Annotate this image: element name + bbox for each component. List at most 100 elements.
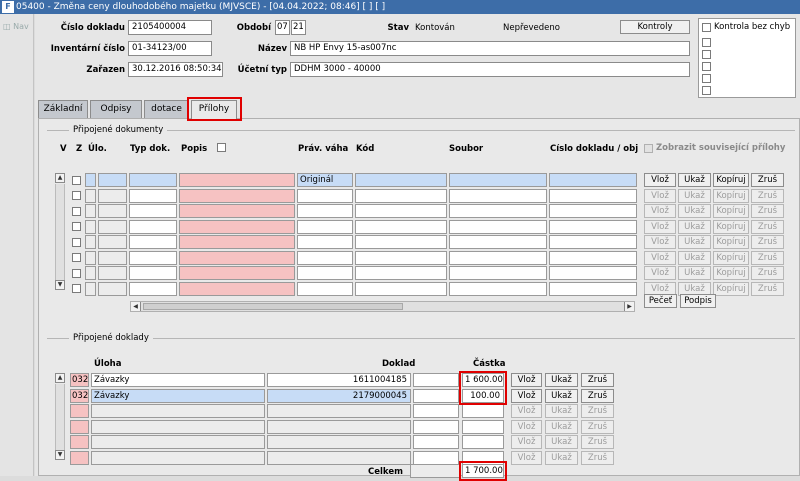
ukaz-button[interactable]: Ukaž [678,266,711,280]
ulo-cell[interactable] [98,235,127,249]
prav-vaha-cell[interactable] [297,250,353,265]
cislo-dokladu-cell[interactable] [549,188,637,203]
doklad-vloz-button[interactable]: Vlož [511,373,542,387]
kopiruj-button[interactable]: Kopíruj [713,173,749,187]
ukaz-button[interactable]: Ukaž [678,219,711,234]
z-cell[interactable] [85,250,96,265]
kod-cell[interactable] [355,204,447,218]
row-select-checkbox[interactable] [72,284,81,293]
vloz-button[interactable]: Vlož [644,219,676,234]
zrus-button[interactable]: Zruš [751,281,784,296]
typ-dok-cell[interactable] [129,219,177,234]
typ-dok-cell[interactable] [129,266,177,280]
kopiruj-button[interactable]: Kopíruj [713,281,749,296]
row-select-checkbox[interactable] [72,237,81,247]
ukaz-button[interactable]: Ukaž [678,204,711,218]
doklady-scroll-down-button[interactable]: ▼ [55,450,65,460]
z-cell[interactable] [85,173,96,187]
doklad-extra-cell[interactable] [413,435,459,449]
obdobi-year-field[interactable]: 21 [291,20,306,35]
doklad-extra-cell[interactable] [413,388,459,403]
uloha-cell[interactable] [91,450,265,465]
doklad-zrus-button[interactable]: Zruš [581,404,614,418]
kopiruj-button[interactable]: Kopíruj [713,250,749,265]
doklad-ukaz-button[interactable]: Ukaž [545,419,578,434]
row-select-checkbox[interactable] [72,253,81,262]
soubor-cell[interactable] [449,250,547,265]
ulo-cell[interactable] [98,266,127,280]
uloha-cell[interactable] [91,435,265,449]
soubor-cell[interactable] [449,281,547,296]
kontrola-bez-chyb-checkbox[interactable] [702,23,711,32]
row-select-checkbox[interactable] [72,268,81,278]
soubor-cell[interactable] [449,235,547,249]
doc-scroll-left-button[interactable]: ◀ [131,302,141,311]
row-select-checkbox[interactable] [72,206,81,216]
kod-cell[interactable] [70,419,89,434]
doklad-ukaz-button[interactable]: Ukaž [545,373,578,387]
doklad-zrus-button[interactable]: Zruš [581,435,614,449]
doklad-cell[interactable] [267,450,411,465]
doklad-vloz-button[interactable]: Vlož [511,404,542,418]
typ-dok-cell[interactable] [129,235,177,249]
kontrola-checkbox-3[interactable] [702,50,711,59]
prav-vaha-cell[interactable] [297,204,353,218]
ukaz-button[interactable]: Ukaž [678,188,711,203]
zrus-button[interactable]: Zruš [751,188,784,203]
vloz-button[interactable]: Vlož [644,266,676,280]
doklad-extra-cell[interactable] [413,404,459,418]
popis-cell[interactable] [179,281,295,296]
doc-scroll-right-button[interactable]: ▶ [624,302,634,311]
castka-cell[interactable] [462,450,504,465]
soubor-cell[interactable] [449,188,547,203]
zrus-button[interactable]: Zruš [751,173,784,187]
popis-header-checkbox[interactable] [217,143,226,152]
doc-horizontal-scrollbar[interactable]: ◀ ▶ [130,301,635,312]
kopiruj-button[interactable]: Kopíruj [713,219,749,234]
prav-vaha-cell[interactable] [297,219,353,234]
kontrola-checkbox-6[interactable] [702,86,711,95]
inventarni-cislo-field[interactable]: 01-34123/00 [128,41,212,56]
kontrola-checkbox-5[interactable] [702,74,711,83]
ukaz-button[interactable]: Ukaž [678,250,711,265]
kontrola-checkbox-4[interactable] [702,62,711,71]
castka-cell[interactable]: 1 600.00 [462,373,504,387]
row-select-checkbox[interactable] [72,222,81,231]
kopiruj-button[interactable]: Kopíruj [713,204,749,218]
soubor-cell[interactable] [449,266,547,280]
podpis-button[interactable]: Podpis [680,294,716,308]
ulo-cell[interactable] [98,219,127,234]
tab-odpisy[interactable]: Odpisy [90,100,142,118]
doklady-scrollbar-track[interactable] [55,384,65,450]
tab-zakladni[interactable]: Základní [38,100,88,118]
doklad-vloz-button[interactable]: Vlož [511,435,542,449]
kod-cell[interactable] [355,250,447,265]
doklad-cell[interactable]: 2179000045 [267,388,411,403]
kopiruj-button[interactable]: Kopíruj [713,266,749,280]
kontroly-button[interactable]: Kontroly [620,20,690,34]
kod-cell[interactable] [355,266,447,280]
castka-cell[interactable] [462,419,504,434]
doklad-ukaz-button[interactable]: Ukaž [545,404,578,418]
cislo-dokladu-cell[interactable] [549,266,637,280]
doklad-vloz-button[interactable]: Vlož [511,419,542,434]
ulo-cell[interactable] [98,250,127,265]
doklad-ukaz-button[interactable]: Ukaž [545,388,578,403]
vloz-button[interactable]: Vlož [644,250,676,265]
pecet-button[interactable]: Pečeť [644,294,677,308]
kod-cell[interactable] [355,219,447,234]
ulo-cell[interactable] [98,204,127,218]
uloha-cell[interactable]: Závazky [91,388,265,403]
ucetni-typ-field[interactable]: DDHM 3000 - 40000 [290,62,690,77]
doklad-vloz-button[interactable]: Vlož [511,388,542,403]
typ-dok-cell[interactable] [129,250,177,265]
doc-scroll-up-button[interactable]: ▲ [55,173,65,183]
uloha-cell[interactable]: Závazky [91,373,265,387]
zrus-button[interactable]: Zruš [751,219,784,234]
nazev-field[interactable]: NB HP Envy 15-as007nc [290,41,690,56]
prav-vaha-cell[interactable] [297,188,353,203]
kod-cell[interactable] [355,173,447,187]
z-cell[interactable] [85,281,96,296]
doklad-ukaz-button[interactable]: Ukaž [545,450,578,465]
doc-scroll-down-button[interactable]: ▼ [55,280,65,290]
